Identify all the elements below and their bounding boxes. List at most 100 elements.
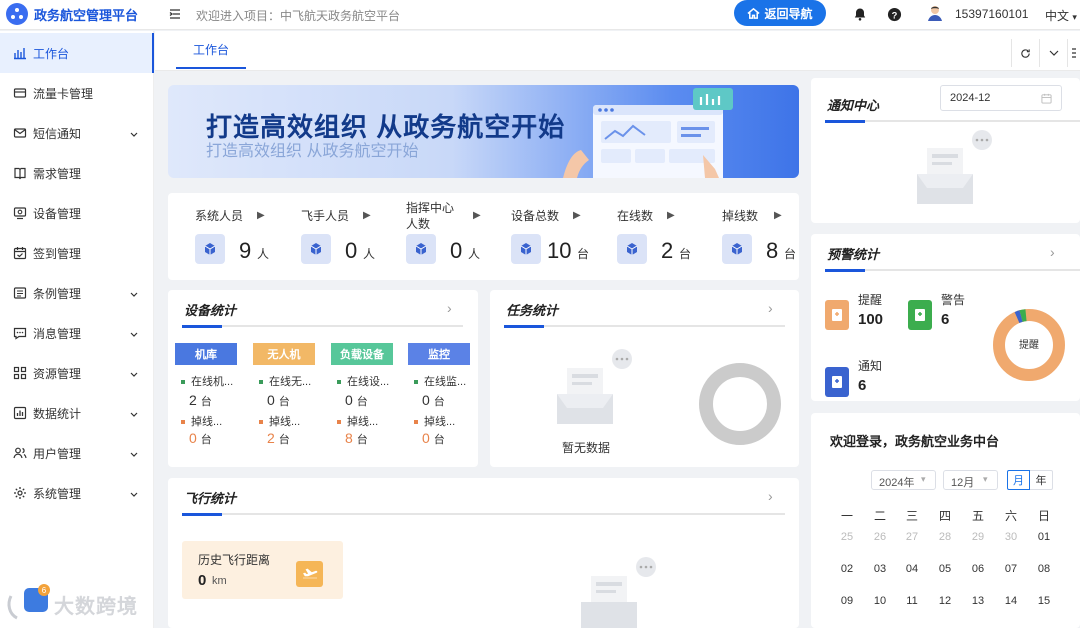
language-label: 中文: [1045, 9, 1070, 23]
calendar-day[interactable]: 14: [1000, 595, 1022, 607]
device-column-drone[interactable]: 无人机 在线无... 0台 掉线... 2台: [253, 343, 315, 453]
chevron-right-icon[interactable]: ›: [768, 300, 773, 316]
calendar-day[interactable]: 28: [934, 531, 956, 543]
month-picker[interactable]: 2024-12: [940, 85, 1062, 111]
menu-toggle-icon[interactable]: [168, 7, 182, 24]
sidebar-item-sms[interactable]: 短信通知: [0, 113, 154, 153]
calendar-day[interactable]: 27: [901, 531, 923, 543]
calendar-day[interactable]: 07: [1000, 563, 1022, 575]
unit: 台: [356, 396, 368, 408]
calendar-day[interactable]: 06: [967, 563, 989, 575]
avatar[interactable]: [926, 4, 944, 22]
device-column-title: 无人机: [253, 343, 315, 365]
offline-row: 掉线...: [414, 413, 455, 429]
bell-icon[interactable]: [853, 7, 867, 24]
sidebar-item-label: 系统管理: [33, 486, 82, 501]
device-icon: [13, 207, 27, 220]
sidebar-item-users[interactable]: 用户管理: [0, 433, 154, 473]
sidebar-item-statistics[interactable]: 数据统计: [0, 393, 154, 433]
calendar-day[interactable]: 04: [901, 563, 923, 575]
notify-icon: [825, 367, 849, 397]
offline-count: 0: [422, 430, 430, 446]
calendar-day[interactable]: 02: [836, 563, 858, 575]
online-value: 0台: [267, 392, 290, 409]
stat-cube-icon: [301, 234, 331, 264]
section-divider: [504, 325, 785, 328]
sidebar-item-system[interactable]: 系统管理: [0, 473, 154, 513]
calendar-day[interactable]: 15: [1033, 595, 1055, 607]
sidebar-item-regulations[interactable]: 条例管理: [0, 273, 154, 313]
sidebar-item-devices[interactable]: 设备管理: [0, 193, 154, 233]
resource-icon: [13, 366, 27, 380]
chevron-down-icon: [130, 367, 138, 381]
sidebar-item-sim-card[interactable]: 流量卡管理: [0, 73, 154, 113]
notify-label: 通知: [858, 359, 883, 373]
sidebar-item-label: 短信通知: [33, 126, 82, 141]
calendar-day[interactable]: 25: [836, 531, 858, 543]
device-column-hangar[interactable]: 机库 在线机... 2台 掉线... 0台: [175, 343, 237, 453]
stat-cube-icon: [617, 234, 647, 264]
stat-label: 设备总数: [511, 209, 560, 223]
bar-chart-icon: [13, 406, 27, 420]
stat-cube-icon: [722, 234, 752, 264]
month-value: 12月: [951, 477, 975, 489]
year-mode-button[interactable]: 年: [1030, 470, 1053, 490]
calendar-day[interactable]: 12: [934, 595, 956, 607]
online-row: 在线监...: [414, 373, 466, 389]
section-divider: [825, 269, 1080, 272]
sidebar-item-requirements[interactable]: 需求管理: [0, 153, 154, 193]
sidebar-item-messages[interactable]: 消息管理: [0, 313, 154, 353]
month-mode-button[interactable]: 月: [1007, 470, 1030, 490]
calendar-day[interactable]: 10: [869, 595, 891, 607]
chevron-down-icon: [130, 407, 138, 421]
device-column-title: 监控: [408, 343, 470, 365]
more-icon[interactable]: [1067, 39, 1080, 67]
chevron-down-icon: [130, 327, 138, 341]
stat-cube-icon: [406, 234, 436, 264]
calendar-day[interactable]: 03: [869, 563, 891, 575]
calendar-day[interactable]: 30: [1000, 531, 1022, 543]
watermark: 6 大数跨境: [6, 584, 138, 624]
donut-center-label: 提醒: [1019, 339, 1039, 351]
airplane-icon: [296, 561, 323, 587]
chevron-right-icon[interactable]: ›: [768, 488, 773, 504]
calendar-day[interactable]: 26: [869, 531, 891, 543]
calendar-day[interactable]: 11: [901, 595, 923, 607]
calendar-day[interactable]: 01: [1033, 531, 1055, 543]
calendar-day[interactable]: 09: [836, 595, 858, 607]
back-navigation-button[interactable]: 返回导航: [734, 0, 826, 26]
sidebar-item-checkin[interactable]: 签到管理: [0, 233, 154, 273]
calendar-day[interactable]: 05: [934, 563, 956, 575]
chevron-right-icon[interactable]: ›: [1050, 244, 1055, 260]
sidebar-item-label: 数据统计: [33, 406, 82, 421]
sidebar-item-label: 签到管理: [33, 246, 82, 261]
calendar-day[interactable]: 29: [967, 531, 989, 543]
calendar-day[interactable]: 13: [967, 595, 989, 607]
warn-label: 警告: [941, 293, 966, 307]
flight-distance-tile[interactable]: 历史飞行距离 0 km: [182, 541, 343, 599]
stat-label: 飞手人员: [301, 209, 350, 223]
online-count: 0: [267, 392, 275, 408]
language-select[interactable]: 中文 ▾: [1045, 7, 1077, 24]
refresh-icon[interactable]: [1011, 39, 1039, 67]
weekday-label: 六: [1004, 509, 1017, 523]
online-value: 0台: [345, 392, 368, 409]
app-logo[interactable]: 政务航空管理平台: [6, 3, 138, 25]
device-column-payload[interactable]: 负载设备 在线设... 0台 掉线... 8台: [331, 343, 393, 453]
year-select[interactable]: 2024年 ▾: [871, 470, 936, 490]
user-phone[interactable]: 15397160101: [955, 7, 1028, 21]
home-icon: [747, 7, 761, 19]
sidebar-item-dashboard[interactable]: 工作台: [0, 33, 154, 73]
chevron-down-icon[interactable]: [1039, 39, 1067, 67]
device-column-monitor[interactable]: 监控 在线监... 0台 掉线... 0台: [408, 343, 470, 453]
chevron-right-icon[interactable]: ›: [447, 300, 452, 316]
calendar-day[interactable]: 08: [1033, 563, 1055, 575]
month-select[interactable]: 12月 ▾: [943, 470, 998, 490]
help-icon[interactable]: ?: [887, 7, 902, 25]
warning-donut-chart: 提醒: [993, 309, 1065, 381]
tab-dashboard[interactable]: 工作台: [176, 31, 246, 69]
device-column-title: 机库: [175, 343, 237, 365]
welcome-text: 欢迎进入项目：中飞航天政务航空平台: [196, 9, 401, 23]
logo-icon: [6, 3, 28, 25]
sidebar-item-resources[interactable]: 资源管理: [0, 353, 154, 393]
